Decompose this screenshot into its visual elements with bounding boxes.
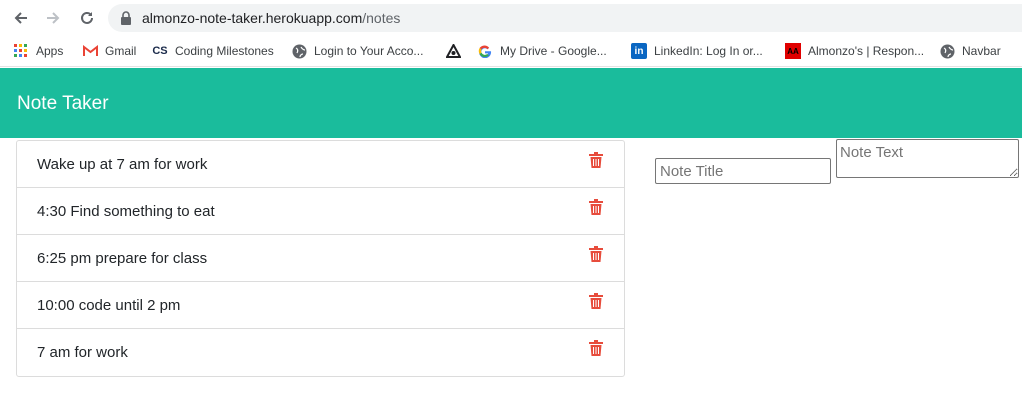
forward-button[interactable] — [43, 8, 63, 28]
trash-icon[interactable] — [589, 199, 603, 215]
cs-icon: CS — [152, 45, 168, 57]
list-item[interactable]: 4:30 Find something to eat — [17, 188, 624, 235]
google-icon — [477, 43, 493, 59]
app-header: Note Taker — [0, 68, 1022, 138]
bookmark-label: Login to Your Acco... — [314, 44, 424, 58]
bookmark-almonzo[interactable]: AA Almonzo's | Respon... — [785, 42, 924, 60]
globe-icon — [939, 43, 955, 59]
lock-icon — [121, 11, 131, 25]
note-text-input[interactable] — [836, 139, 1019, 178]
bookmark-label: Coding Milestones — [175, 44, 274, 58]
browser-toolbar: almonzo-note-taker.herokuapp.com/notes — [0, 0, 1022, 36]
bookmark-my-drive[interactable]: My Drive - Google... — [477, 42, 607, 60]
portfolio-icon: AA — [785, 43, 801, 59]
reload-icon — [81, 11, 93, 24]
list-item[interactable]: 10:00 code until 2 pm — [17, 282, 624, 329]
reload-button[interactable] — [77, 8, 97, 28]
bookmark-label: My Drive - Google... — [500, 44, 607, 58]
note-title-input[interactable] — [655, 158, 831, 184]
note-title-text[interactable]: Wake up at 7 am for work — [37, 156, 207, 173]
apps-grid-icon — [13, 43, 29, 59]
note-title-text[interactable]: 7 am for work — [37, 344, 128, 361]
bookmark-gmail[interactable]: Gmail — [82, 42, 136, 60]
bookmark-navbar[interactable]: Navbar — [939, 42, 1001, 60]
bookmark-label: Apps — [36, 44, 64, 58]
bookmarks-bar: Apps Gmail CS Coding Milestones Login to… — [0, 36, 1022, 67]
address-bar[interactable]: almonzo-note-taker.herokuapp.com/notes — [108, 4, 1022, 32]
bookmark-triangle-logo[interactable] — [445, 42, 468, 60]
back-button[interactable] — [11, 8, 31, 28]
trash-icon[interactable] — [589, 340, 603, 356]
list-item[interactable]: 6:25 pm prepare for class — [17, 235, 624, 282]
bookmark-login[interactable]: Login to Your Acco... — [291, 42, 423, 60]
bookmark-label: Navbar — [962, 44, 1001, 58]
forward-arrow-icon — [47, 12, 60, 24]
trash-icon[interactable] — [589, 152, 603, 168]
note-title-text[interactable]: 4:30 Find something to eat — [37, 203, 215, 220]
gmail-icon — [82, 43, 98, 59]
note-title-text[interactable]: 6:25 pm prepare for class — [37, 250, 207, 267]
trash-icon[interactable] — [589, 293, 603, 309]
bookmark-label: Gmail — [105, 44, 137, 58]
linkedin-icon: in — [631, 43, 647, 59]
bookmark-label: LinkedIn: Log In or... — [654, 44, 763, 58]
trash-icon[interactable] — [589, 246, 603, 262]
notes-list: Wake up at 7 am for work 4:30 Find somet… — [16, 140, 625, 377]
app-title[interactable]: Note Taker — [17, 93, 109, 115]
list-item[interactable]: Wake up at 7 am for work — [17, 141, 624, 188]
bookmark-apps[interactable]: Apps — [13, 42, 63, 60]
globe-icon — [291, 43, 307, 59]
bookmark-label: Almonzo's | Respon... — [808, 44, 925, 58]
note-title-text[interactable]: 10:00 code until 2 pm — [37, 297, 180, 314]
bookmark-coding-milestones[interactable]: CS Coding Milestones — [152, 42, 274, 60]
back-arrow-icon — [14, 12, 27, 24]
list-item[interactable]: 7 am for work — [17, 329, 624, 375]
bookmark-linkedin[interactable]: in LinkedIn: Log In or... — [631, 42, 763, 60]
url-text: almonzo-note-taker.herokuapp.com/notes — [142, 10, 401, 26]
triangle-logo-icon — [445, 43, 461, 59]
